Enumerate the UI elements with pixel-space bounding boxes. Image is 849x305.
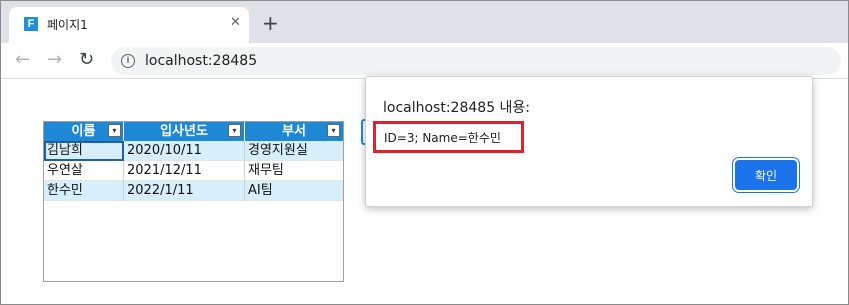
table-cell[interactable]: 우연살	[44, 161, 124, 181]
table-cell[interactable]: 재무팀	[245, 161, 343, 181]
info-icon[interactable]: i	[121, 54, 135, 68]
dialog-title: localhost:28485 내용:	[383, 100, 531, 116]
column-header-label: 입사년도	[160, 124, 208, 139]
url-text[interactable]: localhost:28485	[145, 53, 257, 69]
column-header-label: 부서	[282, 124, 306, 139]
tab-title: 페이지1	[47, 18, 88, 32]
reload-icon[interactable]: ↻	[79, 51, 94, 69]
table-cell[interactable]: 2020/10/11	[124, 141, 245, 161]
forward-icon[interactable]: →	[47, 51, 62, 69]
data-grid[interactable]: 이름 ▾ 입사년도 ▾ 부서 ▾ 김남희 2020/10/11 경영지원실 우연…	[43, 121, 344, 282]
table-row[interactable]: 한수민 2022/1/11 AI팀	[44, 181, 343, 201]
new-tab-icon[interactable]: +	[262, 13, 279, 33]
table-row[interactable]: 김남희 2020/10/11 경영지원실	[44, 141, 343, 161]
dialog-message: ID=3; Name=한수민	[384, 131, 501, 145]
table-cell[interactable]: 경영지원실	[245, 141, 343, 161]
table-cell[interactable]: 2022/1/11	[124, 181, 245, 201]
table-cell[interactable]: 김남희	[44, 141, 124, 161]
table-cell[interactable]: 2021/12/11	[124, 161, 245, 181]
alert-dialog: localhost:28485 내용: ID=3; Name=한수민 확인	[365, 76, 813, 207]
highlight-box: ID=3; Name=한수민	[373, 121, 524, 153]
filter-dropdown-icon[interactable]: ▾	[327, 124, 340, 137]
column-header-hire-year[interactable]: 입사년도 ▾	[124, 122, 245, 141]
back-icon[interactable]: ←	[15, 51, 30, 69]
browser-window: F 페이지1 ✕ + ← → ↻ i localhost:28485 이름 ▾ …	[0, 0, 849, 305]
favicon-icon: F	[24, 17, 38, 31]
table-cell[interactable]: AI팀	[245, 181, 343, 201]
close-icon[interactable]: ✕	[230, 15, 241, 30]
ok-button[interactable]: 확인	[735, 160, 797, 190]
browser-toolbar: ← → ↻ i localhost:28485	[1, 43, 848, 79]
column-header-name[interactable]: 이름 ▾	[44, 122, 124, 141]
tab-strip: F 페이지1 ✕ +	[1, 1, 848, 43]
tab-page1[interactable]: F 페이지1 ✕	[9, 7, 249, 43]
address-bar[interactable]: i localhost:28485	[111, 47, 841, 75]
filter-dropdown-icon[interactable]: ▾	[108, 124, 121, 137]
filter-dropdown-icon[interactable]: ▾	[228, 124, 241, 137]
table-row[interactable]: 우연살 2021/12/11 재무팀	[44, 161, 343, 181]
table-cell[interactable]: 한수민	[44, 181, 124, 201]
column-header-label: 이름	[71, 124, 96, 139]
column-header-department[interactable]: 부서 ▾	[245, 122, 343, 141]
